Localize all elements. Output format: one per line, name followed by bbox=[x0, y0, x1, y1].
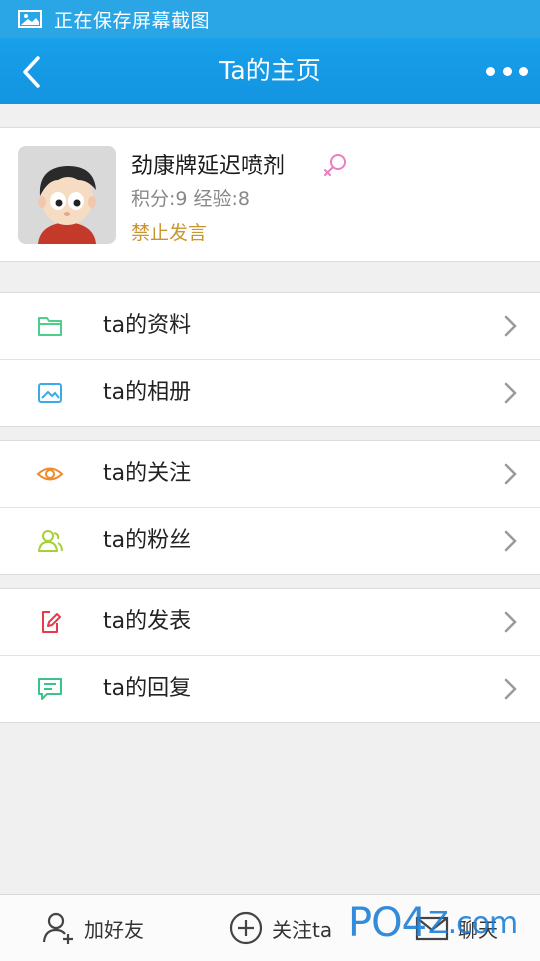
female-icon bbox=[324, 154, 346, 176]
status-bar: 正在保存屏幕截图 bbox=[0, 0, 540, 38]
image-icon bbox=[18, 10, 42, 28]
status-text: 正在保存屏幕截图 bbox=[54, 9, 211, 32]
mail-icon bbox=[415, 916, 449, 941]
chevron-right-icon bbox=[504, 678, 517, 700]
more-dot-icon bbox=[486, 66, 495, 76]
more-dot-icon bbox=[502, 66, 512, 76]
chevron-right-icon bbox=[504, 463, 517, 485]
chevron-right-icon bbox=[504, 315, 517, 337]
page-title: Ta的主页 bbox=[219, 56, 321, 85]
chat-label: 聊天 bbox=[458, 917, 498, 942]
avatar[interactable] bbox=[18, 146, 116, 244]
user-name: 劲康牌延迟喷剂 bbox=[131, 154, 286, 179]
menu-group-info: ta的资料 ta的相册 bbox=[0, 292, 540, 427]
menu-item-fans[interactable]: ta的粉丝 bbox=[0, 507, 540, 574]
folder-icon bbox=[38, 317, 62, 336]
menu-label: ta的相册 bbox=[103, 380, 192, 405]
comment-icon bbox=[38, 678, 62, 700]
menu-label: ta的资料 bbox=[103, 313, 192, 338]
eye-icon bbox=[36, 467, 64, 481]
add-user-icon bbox=[42, 912, 73, 944]
chat-button[interactable]: 聊天 bbox=[414, 895, 498, 961]
menu-label: ta的发表 bbox=[103, 609, 192, 634]
chevron-right-icon bbox=[504, 611, 517, 633]
plus-circle-icon bbox=[229, 911, 263, 945]
menu-group-posts: ta的发表 ta的回复 bbox=[0, 588, 540, 723]
title-bar: Ta的主页 bbox=[0, 38, 540, 104]
menu-item-posts[interactable]: ta的发表 bbox=[0, 589, 540, 655]
image-icon bbox=[38, 383, 62, 403]
menu-item-profile[interactable]: ta的资料 bbox=[0, 293, 540, 359]
menu-group-social: ta的关注 ta的粉丝 bbox=[0, 440, 540, 575]
chevron-right-icon bbox=[504, 530, 517, 552]
chevron-right-icon bbox=[504, 382, 517, 404]
more-dot-icon bbox=[519, 66, 528, 76]
menu-item-replies[interactable]: ta的回复 bbox=[0, 655, 540, 722]
menu-label: ta的关注 bbox=[103, 461, 192, 486]
menu-label: ta的回复 bbox=[103, 676, 192, 701]
menu-item-following[interactable]: ta的关注 bbox=[0, 441, 540, 507]
menu-label: ta的粉丝 bbox=[103, 528, 192, 553]
users-icon bbox=[38, 530, 63, 552]
follow-label: 关注ta bbox=[272, 917, 333, 942]
user-stats: 积分:9 经验:8 bbox=[131, 188, 251, 210]
user-status: 禁止发言 bbox=[131, 222, 208, 244]
add-friend-label: 加好友 bbox=[84, 917, 144, 942]
follow-button[interactable]: 关注ta bbox=[228, 895, 332, 961]
add-friend-button[interactable]: 加好友 bbox=[40, 895, 144, 961]
more-options-button[interactable] bbox=[486, 59, 528, 83]
menu-item-album[interactable]: ta的相册 bbox=[0, 359, 540, 426]
bottom-toolbar: 加好友 关注ta 聊天 bbox=[0, 894, 540, 961]
edit-icon bbox=[42, 611, 61, 633]
profile-card: 劲康牌延迟喷剂 积分:9 经验:8 禁止发言 bbox=[0, 127, 540, 262]
